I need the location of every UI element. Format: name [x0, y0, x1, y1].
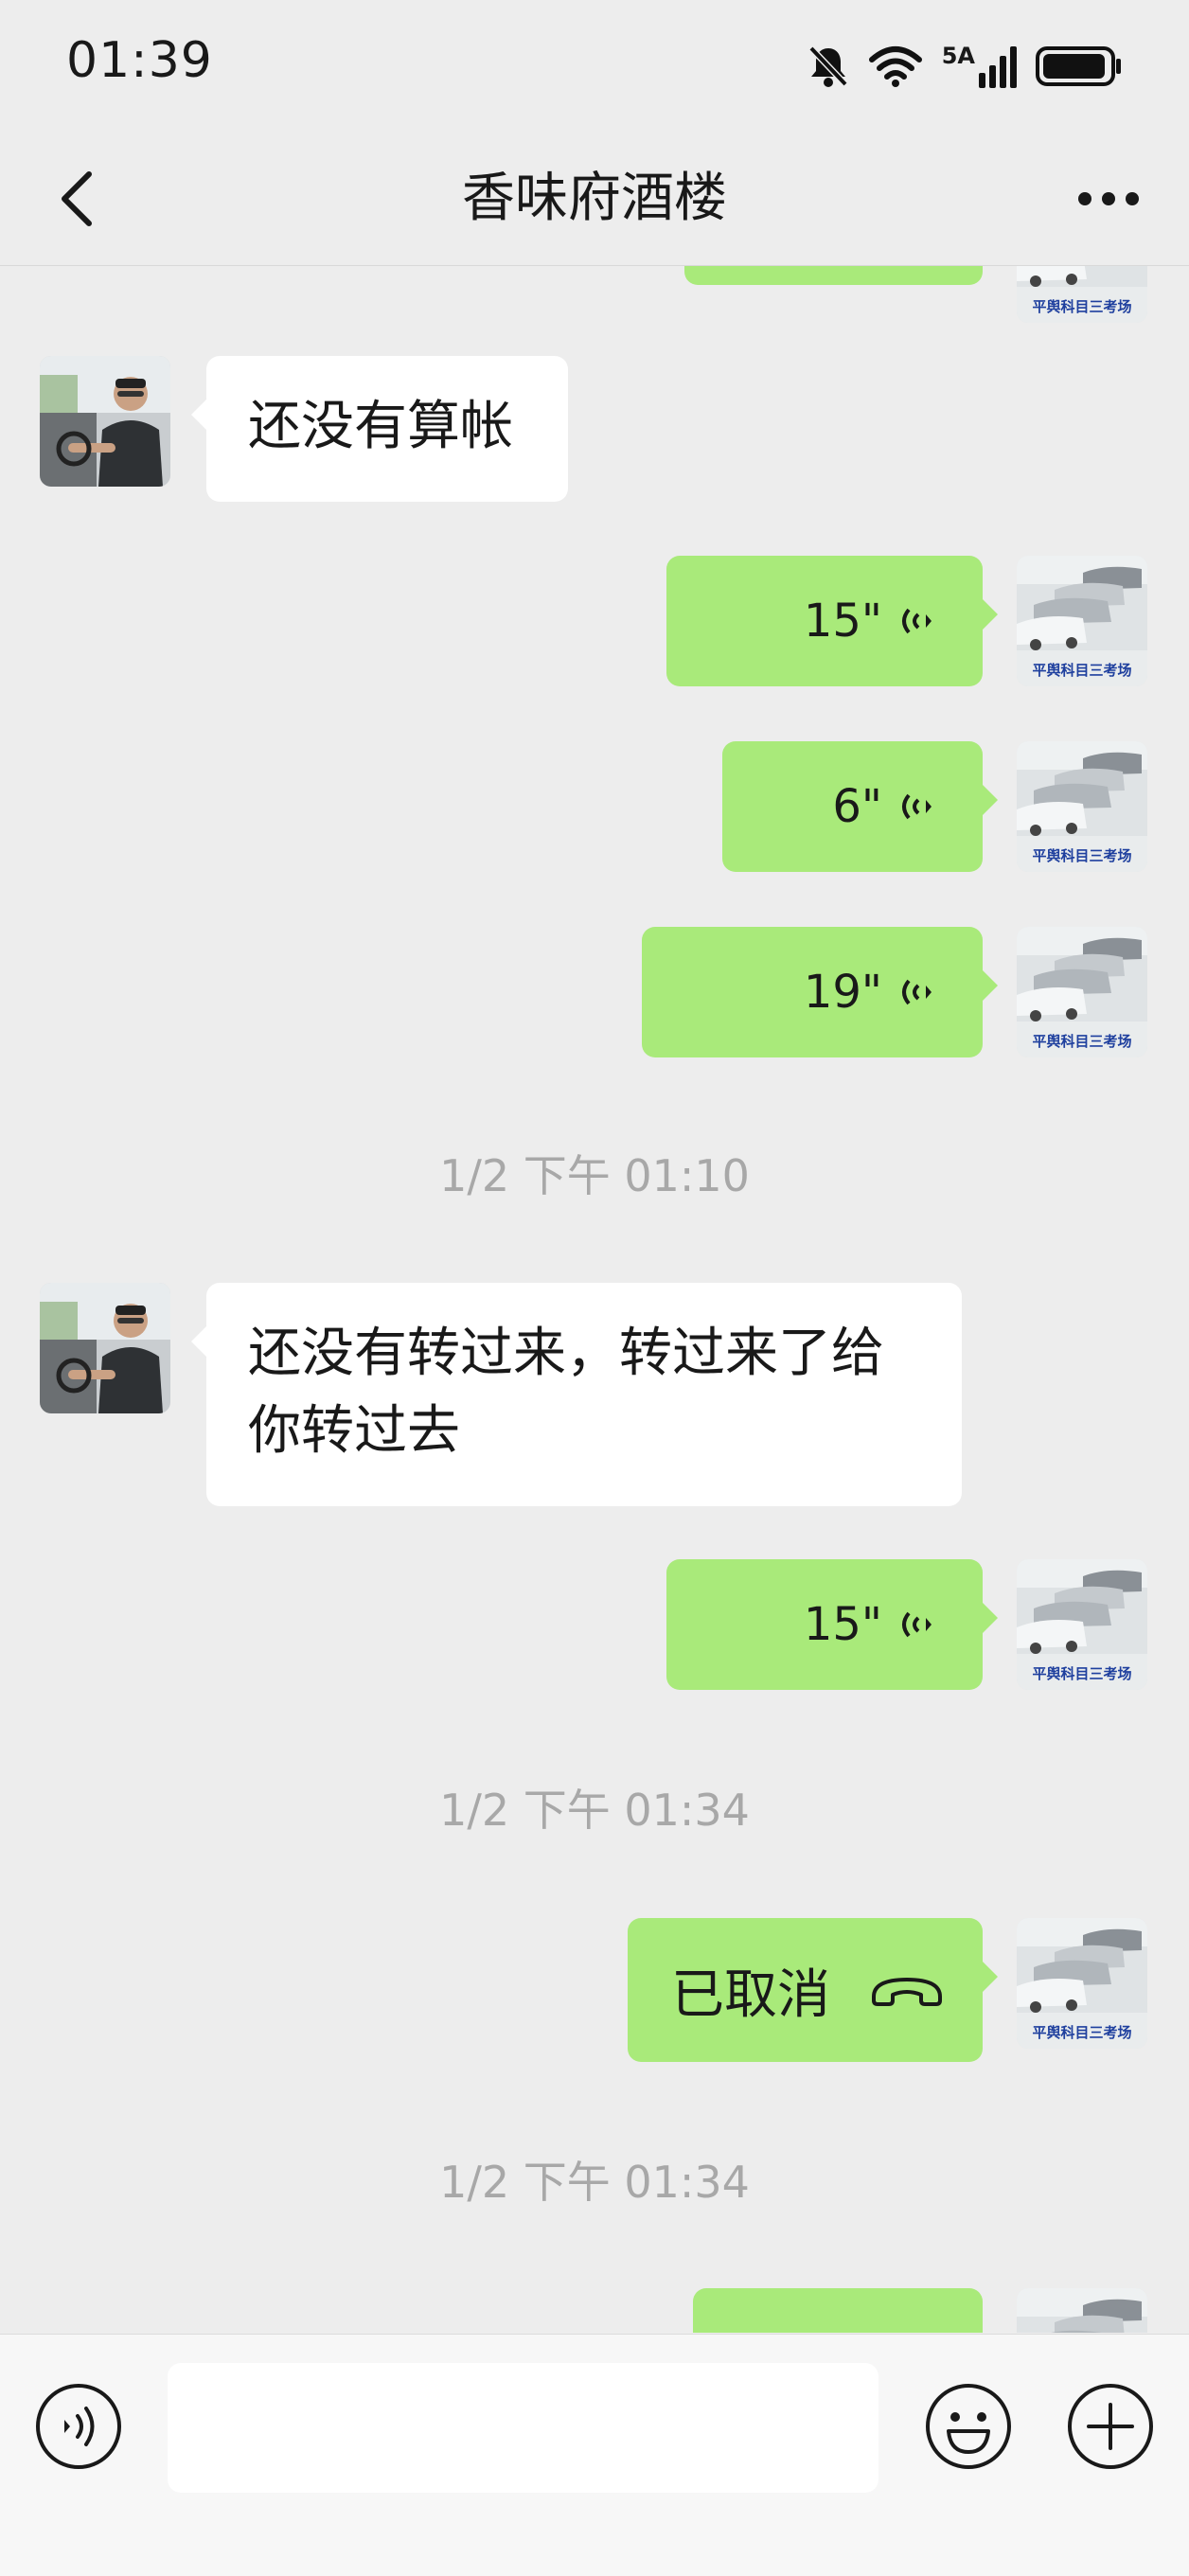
- more-functions-button[interactable]: [1066, 2382, 1155, 2471]
- voice-icon: [36, 2384, 121, 2469]
- call-status-text: 已取消: [671, 1963, 830, 2026]
- self-avatar[interactable]: 平舆科目三考场: [1017, 556, 1147, 686]
- more-dots-icon: [1078, 192, 1139, 205]
- chat-input-bar: [0, 2334, 1189, 2576]
- voice-duration: 15": [803, 595, 882, 648]
- outgoing-voice-message[interactable]: 19": [642, 927, 998, 1057]
- contact-avatar[interactable]: [40, 356, 170, 487]
- status-bar: 01:39 5A: [0, 0, 1189, 133]
- self-avatar[interactable]: 平舆科目三考场: [1017, 1918, 1147, 2049]
- message-text: 还没有算帐: [248, 396, 513, 457]
- incoming-text-message[interactable]: 还没有转过来，转过来了给你转过去: [191, 1283, 962, 1506]
- avatar-caption: 平舆科目三考场: [1032, 2024, 1132, 2041]
- incoming-text-message[interactable]: 还没有算帐: [191, 356, 568, 502]
- status-icons: 5A: [807, 38, 1123, 95]
- status-time: 01:39: [66, 32, 213, 89]
- outgoing-voice-message[interactable]: 6": [722, 741, 998, 872]
- self-avatar[interactable]: 平舆科目三考场: [1017, 266, 1147, 323]
- more-options-button[interactable]: [1066, 170, 1151, 227]
- wifi-icon: [868, 46, 922, 87]
- voice-wave-icon: [902, 793, 932, 820]
- voice-duration: 6": [832, 780, 882, 833]
- message-timestamp: 1/2 下午 01:34: [439, 2157, 750, 2208]
- message-list[interactable]: 平舆科目三考场 还没有算帐 15" 平舆科目三考场 6" 平舆科目三考场 19"…: [0, 266, 1189, 2333]
- message-timestamp: 1/2 下午 01:34: [439, 1785, 750, 1836]
- self-avatar[interactable]: 平舆科目三考场: [1017, 1559, 1147, 1690]
- avatar-caption: 平舆科目三考场: [1032, 662, 1132, 679]
- outgoing-voice-message[interactable]: 15": [666, 1559, 998, 1690]
- message-input[interactable]: [168, 2363, 878, 2493]
- voice-wave-icon: [902, 979, 932, 1005]
- mute-bell-icon: [808, 45, 848, 87]
- voice-input-button[interactable]: [34, 2382, 123, 2471]
- self-avatar[interactable]: 平舆科目三考场: [1017, 741, 1147, 872]
- partial-outgoing-bubble[interactable]: [693, 2288, 983, 2333]
- voice-wave-icon: [902, 1611, 932, 1638]
- plus-icon: [1068, 2384, 1153, 2469]
- emoji-button[interactable]: [924, 2382, 1013, 2471]
- avatar-caption: 平舆科目三考场: [1032, 847, 1132, 864]
- voice-duration: 19": [803, 966, 882, 1019]
- outgoing-voice-message[interactable]: 15": [666, 556, 998, 686]
- avatar-caption: 平舆科目三考场: [1032, 1665, 1132, 1682]
- self-avatar[interactable]: 平舆科目三考场: [1017, 927, 1147, 1057]
- self-avatar[interactable]: [1017, 2288, 1147, 2333]
- voice-duration: 15": [803, 1598, 882, 1651]
- message-timestamp: 1/2 下午 01:10: [439, 1150, 750, 1201]
- battery-icon: [1036, 46, 1121, 86]
- contact-avatar[interactable]: [40, 1283, 170, 1413]
- emoji-icon: [926, 2384, 1011, 2469]
- chat-header: 香味府酒楼: [0, 133, 1189, 266]
- signal-bars-icon: [979, 46, 1017, 88]
- phone-hangup-icon: [872, 1978, 942, 2006]
- chat-title: 香味府酒楼: [462, 168, 727, 229]
- outgoing-call-record[interactable]: 已取消: [628, 1918, 998, 2062]
- network-type-label: 5A: [941, 43, 975, 69]
- partial-outgoing-bubble[interactable]: [684, 266, 983, 285]
- voice-wave-icon: [902, 608, 932, 634]
- avatar-caption: 平舆科目三考场: [1032, 1033, 1132, 1050]
- avatar-caption: 平舆科目三考场: [1032, 298, 1132, 315]
- message-text: 还没有转过来，转过来了给你转过去: [248, 1323, 884, 1462]
- signal-indicator: 5A: [942, 44, 1017, 88]
